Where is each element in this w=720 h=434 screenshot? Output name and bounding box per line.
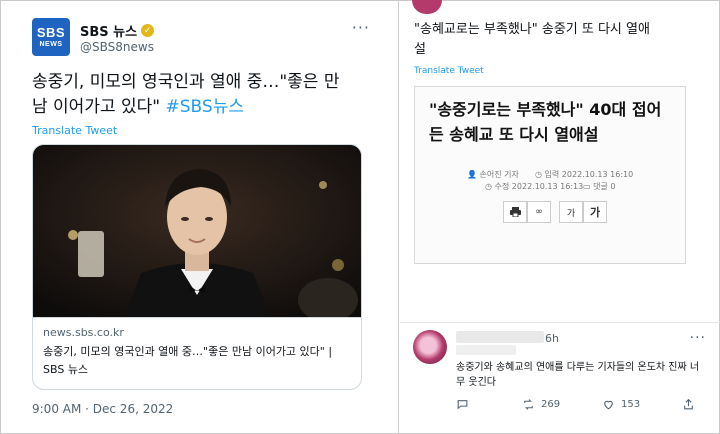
account-handle[interactable]: @SBS8news: [80, 40, 154, 54]
card-photo: [33, 145, 361, 317]
verified-badge-icon: ✓: [141, 24, 155, 37]
translate-tweet-link[interactable]: Translate Tweet: [32, 124, 117, 137]
article-screenshot[interactable]: "송중기로는 부족했나" 40대 접어 든 송혜교 또 다시 열애설 👤 손어진…: [414, 86, 686, 264]
clock-icon: ◷: [485, 182, 492, 191]
account-name-text: SBS 뉴스: [80, 25, 138, 40]
tweet-text: 송중기, 미모의 영국인과 열애 중…"좋은 만 남 이어가고 있다" #SBS…: [32, 70, 372, 120]
reply-avatar[interactable]: [413, 330, 447, 364]
reply-more-options-icon[interactable]: ···: [690, 330, 706, 346]
translate-tweet-link-right[interactable]: Translate Tweet: [414, 66, 484, 76]
card-title: 송중기, 미모의 영국인과 열애 중…"좋은 만남 이어가고 있다" | SBS…: [43, 343, 353, 379]
sbs-logo-subtext: NEWS: [39, 41, 63, 48]
left-tweet[interactable]: SBS NEWS SBS 뉴스 ✓ @SBS8news ··· 송중기, 미모의…: [14, 0, 384, 434]
reply-author-handle-redacted[interactable]: [456, 345, 516, 355]
print-icon[interactable]: [503, 201, 527, 223]
top-tweet-text-line1: "송혜교로는 부족했나" 송중기 또 다시 열애: [414, 22, 650, 37]
card-title-suffix: SBS 뉴스: [43, 363, 89, 376]
reporter-name: 손어진 기자: [479, 170, 519, 179]
tweet-timestamp[interactable]: 9:00 AM · Dec 26, 2022: [32, 402, 173, 416]
article-headline-line2: 든 송혜교 또 다시 열애설: [429, 125, 599, 144]
modified-date-row: ◷ 수정 2022.10.13 16:13: [485, 181, 583, 192]
reply-text: 송중기와 송혜교의 연애를 다루는 기자들의 온도차 진짜 너 무 웃긴다: [456, 360, 702, 390]
sbs-logo-text: SBS: [36, 25, 66, 40]
reporter-row: 👤 손어진 기자: [467, 169, 519, 180]
link-icon[interactable]: ∞: [527, 201, 551, 223]
link-card[interactable]: news.sbs.co.kr 송중기, 미모의 영국인과 열애 중…"좋은 만남…: [32, 144, 362, 390]
tweet-text-line2: 남 이어가고 있다": [32, 97, 166, 117]
input-date: 입력 2022.10.13 16:10: [544, 170, 634, 179]
account-name[interactable]: SBS 뉴스 ✓: [80, 21, 155, 40]
clock-icon: ◷: [535, 170, 542, 179]
reply-author-name-redacted[interactable]: [456, 331, 544, 343]
card-meta: news.sbs.co.kr 송중기, 미모의 영국인과 열애 중…"좋은 만남…: [33, 317, 361, 389]
panel-divider: [398, 0, 399, 434]
share-action[interactable]: [682, 398, 695, 411]
like-action[interactable]: 153: [602, 398, 640, 411]
article-headline-line1: "송중기로는 부족했나" 40대 접어: [429, 100, 662, 119]
font-increase-button[interactable]: 가: [583, 201, 607, 223]
reply-text-line2: 무 웃긴다: [456, 377, 496, 388]
more-options-icon[interactable]: ···: [352, 18, 370, 37]
top-tweet-text: "송혜교로는 부족했나" 송중기 또 다시 열애 설: [414, 20, 704, 60]
retweet-icon: [524, 399, 533, 410]
retweet-count: 269: [541, 399, 561, 410]
heart-icon: [604, 400, 613, 410]
comment-icon: [457, 400, 468, 410]
comments-count: 댓글 0: [593, 182, 616, 191]
reply-separator: [400, 322, 720, 323]
print-glyph: [509, 207, 521, 217]
input-date-row: ◷ 입력 2022.10.13 16:10: [535, 169, 633, 180]
top-tweet-text-line2: 설: [414, 42, 426, 57]
comment-icon: ▭: [583, 182, 591, 191]
share-icon: [684, 398, 693, 410]
reply-action[interactable]: [456, 398, 469, 411]
sbs-news-avatar[interactable]: SBS NEWS: [32, 18, 70, 56]
reply-text-line1: 송중기와 송혜교의 연애를 다루는 기자들의 온도차 진짜 너: [456, 362, 700, 373]
reply-time[interactable]: 6h: [545, 332, 559, 345]
hashtag-link[interactable]: #SBS뉴스: [166, 97, 244, 117]
like-count: 153: [621, 399, 641, 410]
card-title-text: 송중기, 미모의 영국인과 열애 중…"좋은 만남 이어가고 있다" |: [43, 345, 333, 358]
celebrity-photo-illustration: [33, 145, 361, 317]
retweet-action[interactable]: 269: [522, 398, 560, 411]
modified-date: 수정 2022.10.13 16:13: [494, 182, 584, 191]
tweet-text-line1: 송중기, 미모의 영국인과 열애 중…"좋은 만: [32, 72, 340, 92]
article-headline: "송중기로는 부족했나" 40대 접어 든 송혜교 또 다시 열애설: [429, 97, 679, 147]
reporter-icon: 👤: [467, 170, 477, 179]
font-decrease-button[interactable]: 가: [559, 201, 583, 223]
comments-row[interactable]: ▭ 댓글 0: [583, 181, 615, 192]
card-domain: news.sbs.co.kr: [43, 326, 124, 339]
